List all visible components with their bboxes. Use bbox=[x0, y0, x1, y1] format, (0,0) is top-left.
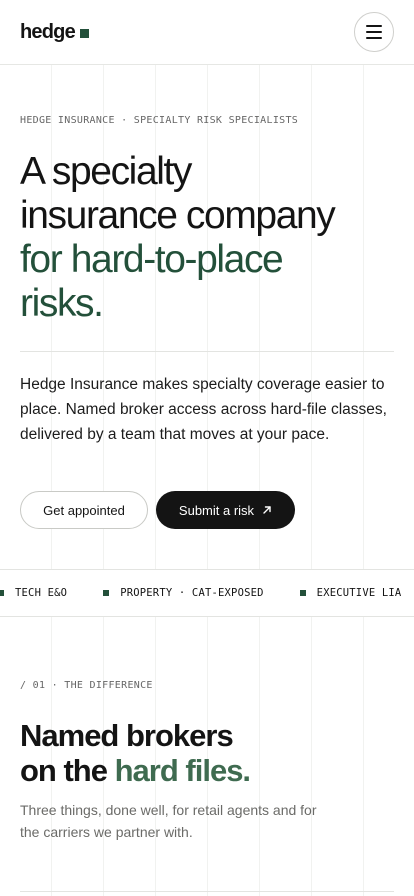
square-bullet-icon bbox=[299, 590, 306, 596]
hero-headline: A specialty insurance company for hard-t… bbox=[20, 150, 400, 326]
difference-title-line-2: on the hard files. bbox=[20, 753, 400, 788]
marquee-item-label: EXECUTIVE LIA bbox=[316, 587, 402, 599]
difference-title-line-1: Named brokers bbox=[20, 718, 234, 753]
marquee-item-label: PROPERTY · CAT-EXPOSED bbox=[120, 587, 264, 599]
headline-line-3: for hard-to-place bbox=[20, 238, 284, 281]
site-header: hedge bbox=[0, 0, 414, 65]
marquee-track: TECH E&O PROPERTY · CAT-EXPOSED EXECUTIV… bbox=[0, 570, 401, 616]
menu-button[interactable] bbox=[354, 12, 394, 52]
hedge-logo[interactable]: hedge bbox=[20, 21, 89, 44]
arrow-up-right-icon bbox=[262, 505, 272, 515]
headline-line-4: risks. bbox=[20, 282, 104, 325]
difference-subtitle: Three things, done well, for retail agen… bbox=[20, 802, 317, 840]
submit-risk-label: Submit a risk bbox=[178, 502, 255, 518]
headline-line-1: A specialty bbox=[20, 150, 192, 193]
logo-text: hedge bbox=[20, 21, 76, 43]
square-bullet-icon bbox=[103, 590, 110, 596]
logo-square-icon bbox=[79, 29, 89, 38]
marquee-item: EXECUTIVE LIA bbox=[299, 587, 402, 599]
difference-eyebrow: / 01 · THE DIFFERENCE bbox=[20, 680, 153, 691]
get-appointed-button[interactable]: Get appointed bbox=[20, 491, 148, 529]
marquee-item-label: TECH E&O bbox=[15, 587, 68, 599]
coverage-marquee: TECH E&O PROPERTY · CAT-EXPOSED EXECUTIV… bbox=[0, 569, 414, 617]
square-bullet-icon bbox=[0, 590, 4, 596]
difference-title: Named brokers on the hard files. bbox=[20, 718, 400, 788]
hero-intro: Hedge Insurance makes specialty coverage… bbox=[20, 376, 387, 443]
title-plain-text: on the bbox=[20, 753, 115, 788]
hero-eyebrow: HEDGE INSURANCE · SPECIALTY RISK SPECIAL… bbox=[20, 115, 299, 126]
title-accent-text: hard files. bbox=[114, 753, 251, 788]
marquee-item: PROPERTY · CAT-EXPOSED bbox=[103, 587, 263, 599]
get-appointed-label: Get appointed bbox=[43, 502, 125, 518]
marquee-item: TECH E&O bbox=[0, 587, 67, 599]
hero-divider bbox=[20, 351, 394, 352]
submit-risk-button[interactable]: Submit a risk bbox=[156, 491, 295, 529]
hamburger-menu-icon bbox=[366, 25, 382, 27]
section-divider bbox=[20, 891, 394, 892]
headline-line-2: insurance company bbox=[20, 194, 336, 237]
